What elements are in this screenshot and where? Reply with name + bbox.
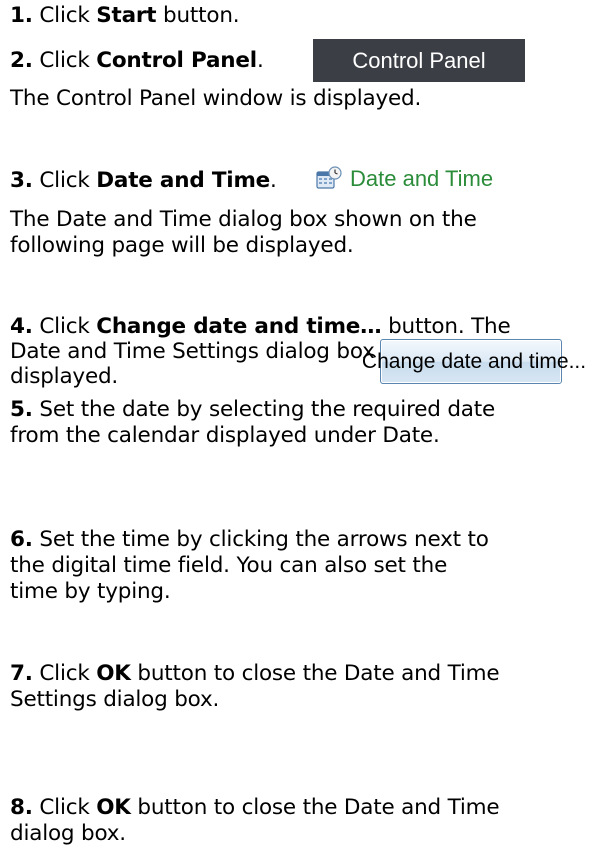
step-3-note-line-1: The Date and Time dialog box shown on th… xyxy=(10,207,477,232)
step-number: 5. xyxy=(10,397,33,422)
date-and-time-link[interactable]: Date and Time xyxy=(316,163,493,195)
step-number: 1. xyxy=(10,3,33,28)
change-date-and-time-button[interactable]: Change date and time... xyxy=(362,339,586,384)
step-8-line-2: dialog box. xyxy=(10,821,126,846)
step-4-line-3: displayed. xyxy=(10,364,119,389)
step-number: 3. xyxy=(10,168,33,193)
step-number: 6. xyxy=(10,527,33,552)
step-8: 8. Click OK button to close the Date and… xyxy=(10,795,500,820)
step-6-line-3: time by typing. xyxy=(10,579,171,604)
step-number: 4. xyxy=(10,314,33,339)
step-6: 6. Set the time by clicking the arrows n… xyxy=(10,527,489,552)
step-number: 2. xyxy=(10,48,33,73)
instruction-document: 1. Click Start button. 2. Click Control … xyxy=(0,0,603,857)
step-2: 2. Click Control Panel. xyxy=(10,48,264,73)
step-5-line-2: from the calendar displayed under Date. xyxy=(10,423,440,448)
step-number: 7. xyxy=(10,661,33,686)
step-7: 7. Click OK button to close the Date and… xyxy=(10,661,500,686)
step-5: 5. Set the date by selecting the require… xyxy=(10,397,496,422)
date-and-time-label: Date and Time xyxy=(350,166,494,191)
step-6-line-2: the digital time field. You can also set… xyxy=(10,553,448,578)
step-number: 8. xyxy=(10,795,33,820)
step-4: 4. Click Change date and time… button. T… xyxy=(10,314,511,339)
step-2-note: The Control Panel window is displayed. xyxy=(10,86,422,111)
change-date-and-time-label: Change date and time... xyxy=(361,349,587,373)
step-3: 3. Click Date and Time. xyxy=(10,168,277,193)
step-1: 1. Click Start button. xyxy=(10,3,240,28)
step-7-line-2: Settings dialog box. xyxy=(10,687,220,712)
control-panel-button[interactable]: Control Panel xyxy=(313,39,525,82)
calendar-clock-icon xyxy=(316,166,342,189)
step-3-note-line-2: following page will be displayed. xyxy=(10,233,354,258)
